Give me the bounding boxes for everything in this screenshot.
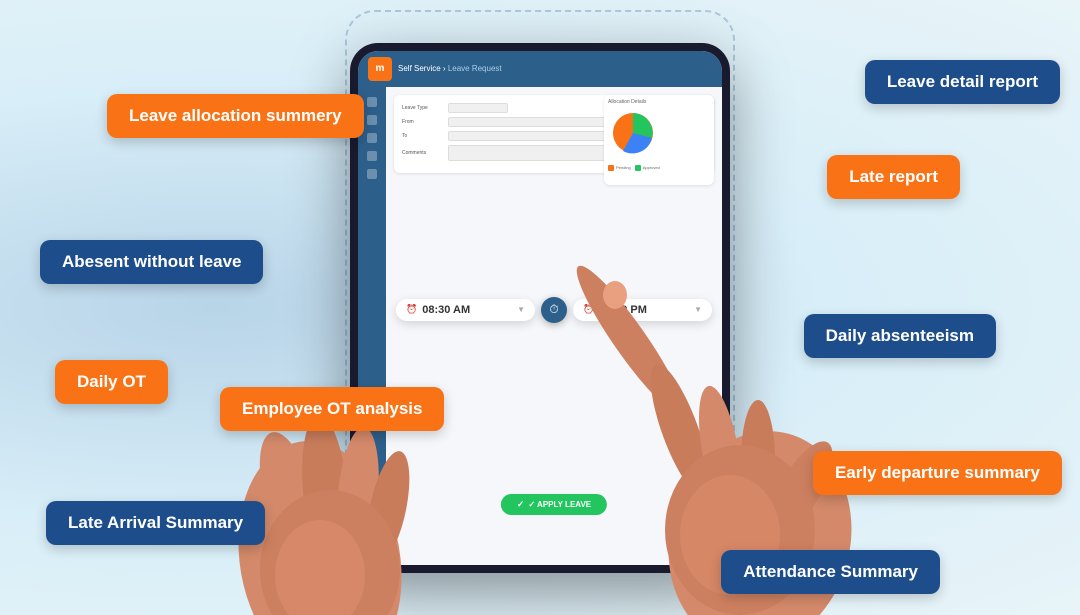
app-logo: m [368, 57, 392, 81]
breadcrumb: Self Service › Leave Request [398, 64, 502, 73]
form-label: Comments [402, 150, 442, 156]
legend-color [608, 165, 614, 171]
chart-title: Allocation Details [608, 99, 710, 105]
start-time-value: 08:30 AM [422, 304, 470, 316]
end-time-value: 05:30 PM [599, 304, 647, 316]
chevron-down-icon: ▼ [517, 305, 525, 314]
badge-late-report[interactable]: Late report [827, 155, 960, 199]
tablet-main-content: Leave Type From To Comments [386, 87, 722, 565]
sidebar-item [367, 151, 377, 161]
tablet-screen: m Self Service › Leave Request [358, 51, 722, 565]
legend-label: Pending [616, 165, 631, 170]
badge-daily-absenteeism[interactable]: Daily absenteeism [804, 314, 996, 358]
check-icon: ✓ [517, 499, 525, 510]
legend-label: Approved [643, 165, 660, 170]
sidebar-item [367, 97, 377, 107]
clock-icon: ⏰ [583, 304, 594, 315]
apply-leave-button[interactable]: ✓ ✓ APPLY LEAVE [501, 494, 607, 515]
leave-type-select [448, 103, 508, 113]
form-label: Leave Type [402, 105, 442, 111]
sidebar-item [367, 169, 377, 179]
start-time-picker[interactable]: ⏰ 08:30 AM ▼ [396, 299, 535, 321]
form-label: To [402, 133, 442, 139]
end-time-picker[interactable]: ⏰ 05:30 PM ▼ [573, 299, 712, 321]
chart-legend: Pending Approved [608, 165, 710, 171]
tablet-device: m Self Service › Leave Request [350, 43, 730, 573]
legend-item: Approved [635, 165, 660, 171]
timer-badge: ⏱ [541, 297, 567, 323]
sidebar-item [367, 115, 377, 125]
tablet-content: Leave Type From To Comments [358, 87, 722, 565]
legend-item: Pending [608, 165, 631, 171]
pie-chart-svg [608, 108, 658, 158]
legend-color [635, 165, 641, 171]
tablet-sidebar [358, 87, 386, 565]
badge-attendance-summary[interactable]: Attendance Summary [721, 550, 940, 594]
badge-absent-without[interactable]: Abesent without leave [40, 240, 263, 284]
form-label: From [402, 119, 442, 125]
badge-late-arrival[interactable]: Late Arrival Summary [46, 501, 265, 545]
sidebar-item [367, 133, 377, 143]
badge-leave-detail[interactable]: Leave detail report [865, 60, 1060, 104]
badge-daily-ot[interactable]: Daily OT [55, 360, 168, 404]
time-picker-row: ⏰ 08:30 AM ▼ ⏱ ⏰ 05:30 PM ▼ [396, 297, 712, 323]
chevron-down-icon: ▼ [694, 305, 702, 314]
clock-icon: ⏰ [406, 304, 417, 315]
tablet-header: m Self Service › Leave Request [358, 51, 722, 87]
badge-employee-ot[interactable]: Employee OT analysis [220, 387, 444, 431]
badge-early-departure[interactable]: Early departure summary [813, 451, 1062, 495]
allocation-chart: Allocation Details Pending [604, 95, 714, 185]
badge-leave-allocation[interactable]: Leave allocation summery [107, 94, 364, 138]
